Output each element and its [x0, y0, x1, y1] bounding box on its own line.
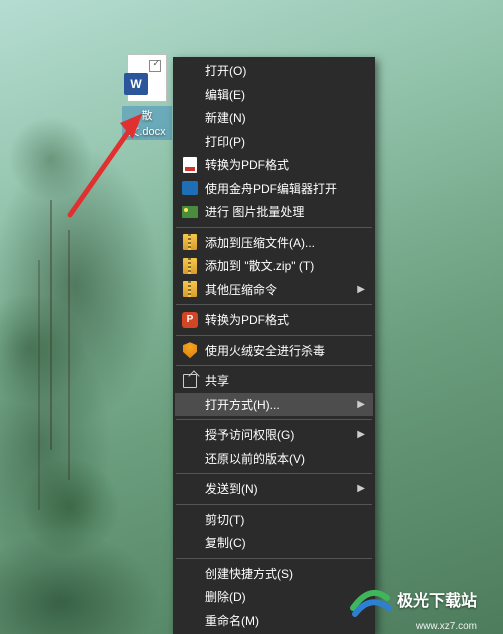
menu-label: 添加到压缩文件(A)... [205, 234, 315, 251]
menu-label: 使用火绒安全进行杀毒 [205, 342, 325, 359]
menu-label: 打印(P) [205, 133, 245, 150]
menu-print[interactable]: 打印(P) [175, 130, 373, 154]
ppt-icon: P [181, 311, 199, 329]
submenu-arrow-icon: ▶ [357, 483, 365, 494]
menu-label: 转换为PDF格式 [205, 311, 289, 328]
menu-label: 共享 [205, 372, 229, 389]
menu-share[interactable]: 共享 [175, 369, 373, 393]
menu-separator [176, 419, 372, 420]
archive-icon [181, 280, 199, 298]
menu-separator [176, 227, 372, 228]
shield-icon [181, 341, 199, 359]
context-menu: 打开(O) 编辑(E) 新建(N) 打印(P) 转换为PDF格式 使用金舟PDF… [173, 57, 375, 634]
menu-label: 添加到 "散文.zip" (T) [205, 257, 314, 274]
menu-label: 剪切(T) [205, 511, 244, 528]
archive-icon [181, 233, 199, 251]
menu-separator [176, 504, 372, 505]
menu-delete[interactable]: 删除(D) [175, 585, 373, 609]
menu-label: 重命名(M) [205, 612, 259, 629]
menu-label: 进行 图片批量处理 [205, 203, 304, 220]
menu-other-archive[interactable]: 其他压缩命令 ▶ [175, 278, 373, 302]
word-document-icon: W [127, 54, 167, 102]
image-icon [181, 203, 199, 221]
menu-rename[interactable]: 重命名(M) [175, 609, 373, 633]
archive-icon [181, 257, 199, 275]
menu-open[interactable]: 打开(O) [175, 59, 373, 83]
submenu-arrow-icon: ▶ [357, 399, 365, 410]
submenu-arrow-icon: ▶ [357, 429, 365, 440]
menu-label: 创建快捷方式(S) [205, 565, 293, 582]
watermark-text: 极光下载站 [397, 587, 477, 611]
menu-add-zip[interactable]: 添加到 "散文.zip" (T) [175, 254, 373, 278]
menu-copy[interactable]: 复制(C) [175, 531, 373, 555]
watermark: 极光下载站 [349, 578, 477, 620]
pdf-icon [181, 156, 199, 174]
menu-grant-access[interactable]: 授予访问权限(G) ▶ [175, 423, 373, 447]
menu-jinzhou-pdf[interactable]: 使用金舟PDF编辑器打开 [175, 177, 373, 201]
word-badge: W [124, 73, 148, 95]
menu-new[interactable]: 新建(N) [175, 106, 373, 130]
menu-label: 新建(N) [205, 109, 246, 126]
annotation-arrow-top [60, 100, 160, 220]
menu-label: 转换为PDF格式 [205, 156, 289, 173]
menu-separator [176, 365, 372, 366]
menu-separator [176, 335, 372, 336]
menu-batch-image[interactable]: 进行 图片批量处理 [175, 200, 373, 224]
menu-add-archive[interactable]: 添加到压缩文件(A)... [175, 231, 373, 255]
watermark-logo-icon [349, 578, 391, 620]
menu-label: 删除(D) [205, 588, 246, 605]
submenu-arrow-icon: ▶ [357, 284, 365, 295]
menu-huorong[interactable]: 使用火绒安全进行杀毒 [175, 339, 373, 363]
menu-cut[interactable]: 剪切(T) [175, 508, 373, 532]
menu-restore-version[interactable]: 还原以前的版本(V) [175, 447, 373, 471]
menu-convert-pdf-1[interactable]: 转换为PDF格式 [175, 153, 373, 177]
menu-label: 还原以前的版本(V) [205, 450, 305, 467]
menu-label: 其他压缩命令 [205, 281, 277, 298]
menu-label: 授予访问权限(G) [205, 426, 294, 443]
jinzhou-icon [181, 179, 199, 197]
menu-separator [176, 304, 372, 305]
menu-send-to[interactable]: 发送到(N) ▶ [175, 477, 373, 501]
menu-label: 打开(O) [205, 62, 246, 79]
menu-create-shortcut[interactable]: 创建快捷方式(S) [175, 562, 373, 586]
menu-label: 编辑(E) [205, 86, 245, 103]
menu-open-with[interactable]: 打开方式(H)... ▶ [175, 393, 373, 417]
menu-convert-pdf-2[interactable]: P 转换为PDF格式 [175, 308, 373, 332]
share-icon [181, 372, 199, 390]
watermark-url: www.xz7.com [416, 621, 477, 632]
menu-separator [176, 473, 372, 474]
menu-label: 使用金舟PDF编辑器打开 [205, 180, 337, 197]
menu-edit[interactable]: 编辑(E) [175, 83, 373, 107]
menu-label: 发送到(N) [205, 480, 258, 497]
menu-label: 复制(C) [205, 534, 246, 551]
menu-separator [176, 558, 372, 559]
menu-label: 打开方式(H)... [205, 396, 280, 413]
